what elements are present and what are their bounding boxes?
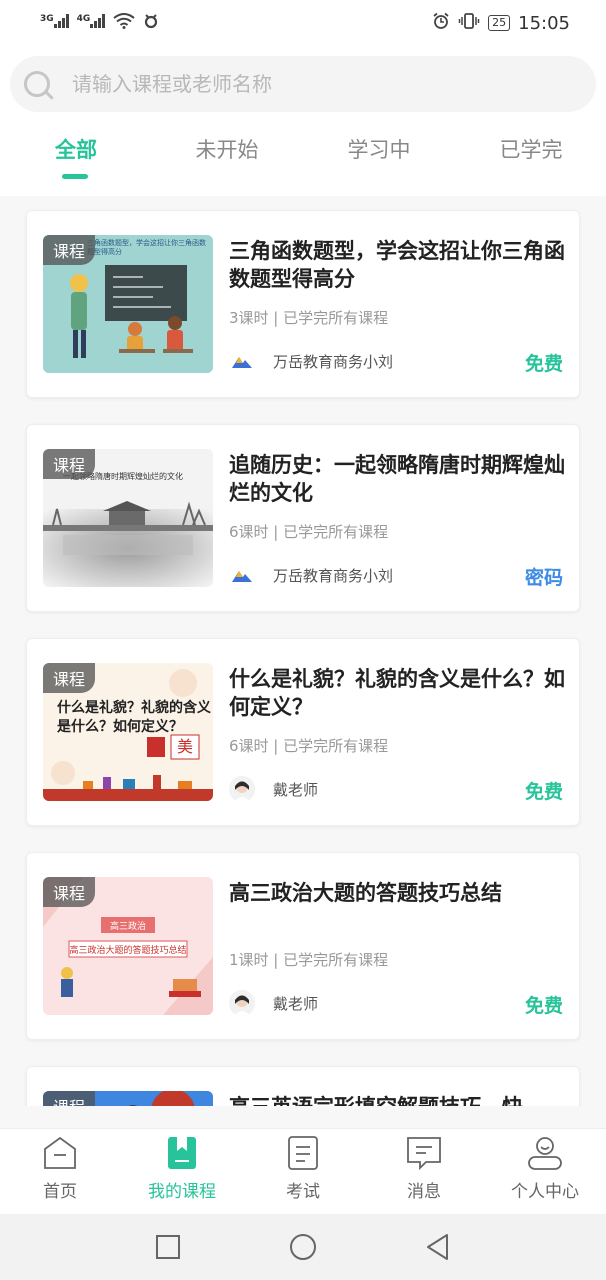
exam-icon xyxy=(288,1136,318,1170)
course-meta: 3课时 | 已学完所有课程 xyxy=(229,309,389,327)
teacher-avatar xyxy=(229,990,255,1016)
system-navigation-bar xyxy=(0,1214,606,1280)
course-tag: 课程 xyxy=(43,449,96,479)
course-title[interactable]: 高三英语完形填空解题技巧，快 xyxy=(229,1093,565,1106)
course-tag: 课程 xyxy=(43,877,96,907)
nav-home-label: 首页 xyxy=(43,1182,77,1202)
nav-my-courses[interactable]: 我的课程 xyxy=(132,1135,232,1202)
course-thumbnail: 高三政治 高三政治大题的答题技巧总结 课程 xyxy=(43,877,213,1015)
tab-in-progress[interactable]: 学习中 xyxy=(348,134,411,164)
signal-3g-icon: 3G xyxy=(40,14,69,32)
nav-profile[interactable]: 个人中心 xyxy=(495,1135,595,1202)
thumbnail-seal: 美 xyxy=(176,737,193,756)
course-card[interactable]: 什么是礼貌？礼貌的含义是什么？如何定义？ 美 课程 什么是礼貌？礼貌的含义是什么… xyxy=(26,638,580,826)
home-icon xyxy=(44,1136,76,1169)
course-author: 万岳教育商务小刘 xyxy=(229,348,393,374)
course-thumbnail: 三角函数题型，学会这招让你三角函数题型得高分 课程 xyxy=(43,235,213,373)
course-thumbnail: 什么是礼貌？礼貌的含义是什么？如何定义？ 美 课程 xyxy=(43,663,213,801)
course-tag: 课程 xyxy=(43,235,96,265)
battery-icon: 25 xyxy=(488,15,511,31)
status-bar: 3G 4G 25 15:05 xyxy=(0,0,606,46)
thumbnail-caption-top: 高三政治 xyxy=(109,922,146,932)
author-name: 戴老师 xyxy=(273,780,319,799)
bookmark-icon xyxy=(168,1137,196,1169)
course-meta: 6课时 | 已学完所有课程 xyxy=(229,523,389,541)
course-title[interactable]: 什么是礼貌？礼貌的含义是什么？如何定义？ xyxy=(229,665,565,721)
nav-exam[interactable]: 考试 xyxy=(253,1135,353,1202)
course-thumbnail: 一起领略隋唐时期辉煌灿烂的文化 课程 xyxy=(43,449,213,587)
active-tab-indicator xyxy=(62,174,88,179)
course-list[interactable]: 三角函数题型，学会这招让你三角函数题型得高分 课程 三角函数题型，学会这招让你三… xyxy=(0,196,606,1106)
course-thumbnail: 课程 xyxy=(43,1091,213,1106)
thumbnail-caption: 三角函数题型，学会这招让你三角函数题型得高分 xyxy=(87,239,206,256)
course-card[interactable]: 一起领略隋唐时期辉煌灿烂的文化 课程 追随历史：一起领略隋唐时期辉煌灿烂的文化 … xyxy=(26,424,580,612)
alarm-icon xyxy=(432,12,450,34)
course-title[interactable]: 三角函数题型，学会这招让你三角函数题型得高分 xyxy=(229,237,565,293)
nav-messages-label: 消息 xyxy=(407,1182,441,1202)
course-price: 免费 xyxy=(524,353,563,375)
author-name: 万岳教育商务小刘 xyxy=(273,352,394,371)
filter-tabs: 全部 未开始 学习中 已学完 xyxy=(0,134,606,186)
nav-home[interactable]: 首页 xyxy=(10,1135,110,1202)
thumbnail-caption: 高三政治大题的答题技巧总结 xyxy=(69,946,187,956)
status-left: 3G 4G xyxy=(40,13,159,33)
clock: 15:05 xyxy=(518,12,570,34)
course-card[interactable]: 三角函数题型，学会这招让你三角函数题型得高分 课程 三角函数题型，学会这招让你三… xyxy=(26,210,580,398)
status-right: 25 15:05 xyxy=(432,12,570,34)
nav-profile-label: 个人中心 xyxy=(511,1182,579,1202)
search-input[interactable] xyxy=(72,72,542,96)
header: 全部 未开始 学习中 已学完 xyxy=(0,46,606,196)
home-button-icon[interactable] xyxy=(288,1232,318,1262)
signal-4g-icon: 4G xyxy=(77,14,106,32)
course-card[interactable]: 高三政治 高三政治大题的答题技巧总结 课程 高三政治大题的答题技巧总结 1课时 … xyxy=(26,852,580,1040)
nav-exam-label: 考试 xyxy=(286,1182,320,1202)
course-title[interactable]: 追随历史：一起领略隋唐时期辉煌灿烂的文化 xyxy=(229,451,565,507)
course-title[interactable]: 高三政治大题的答题技巧总结 xyxy=(229,879,565,907)
course-author: 万岳教育商务小刘 xyxy=(229,562,393,588)
course-tag: 课程 xyxy=(43,1091,96,1106)
course-author: 戴老师 xyxy=(229,990,318,1016)
course-author: 戴老师 xyxy=(229,776,318,802)
mountain-logo-icon xyxy=(229,562,255,588)
search-bar[interactable] xyxy=(10,56,596,112)
course-meta: 6课时 | 已学完所有课程 xyxy=(229,737,389,755)
course-price: 免费 xyxy=(524,995,563,1017)
recent-apps-icon[interactable] xyxy=(153,1232,183,1262)
mountain-logo-icon xyxy=(229,348,255,374)
teacher-avatar xyxy=(229,776,255,802)
profile-icon xyxy=(528,1137,562,1170)
nav-my-courses-label: 我的课程 xyxy=(148,1182,216,1202)
message-icon xyxy=(407,1137,441,1171)
search-icon xyxy=(24,71,50,97)
course-tag: 课程 xyxy=(43,663,96,693)
thumbnail-caption: 什么是礼貌？礼貌的含义是什么？如何定义？ xyxy=(57,700,211,735)
wifi-icon xyxy=(113,13,135,33)
tab-not-started[interactable]: 未开始 xyxy=(196,134,259,164)
course-price: 免费 xyxy=(524,781,563,803)
bottom-navigation: 首页 我的课程 考试 消息 个人中心 xyxy=(0,1128,606,1214)
vibrate-icon xyxy=(458,12,480,34)
course-card[interactable]: 课程 高三英语完形填空解题技巧，快 xyxy=(26,1066,580,1106)
nav-messages[interactable]: 消息 xyxy=(374,1135,474,1202)
notification-icon xyxy=(143,13,159,33)
course-price: 密码 xyxy=(524,567,563,589)
author-name: 万岳教育商务小刘 xyxy=(273,566,394,585)
tab-all[interactable]: 全部 xyxy=(55,134,97,164)
back-icon[interactable] xyxy=(423,1232,453,1262)
course-meta: 1课时 | 已学完所有课程 xyxy=(229,951,389,969)
tab-completed[interactable]: 已学完 xyxy=(500,134,563,164)
author-name: 戴老师 xyxy=(273,994,319,1013)
